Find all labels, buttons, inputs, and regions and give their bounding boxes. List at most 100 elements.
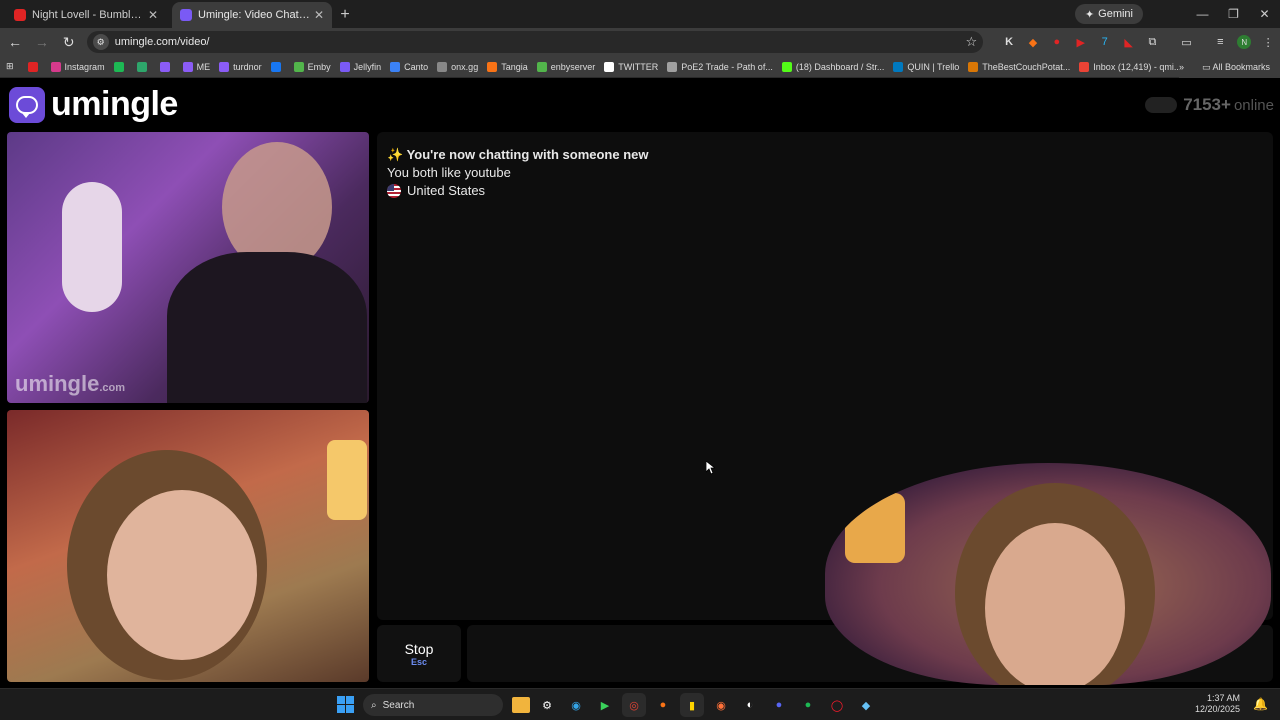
bookmark-item[interactable]: QUIN | Trello xyxy=(893,61,959,72)
umingle-favicon-icon xyxy=(180,9,192,21)
bookmark-favicon-icon xyxy=(339,61,350,72)
bookmark-item[interactable] xyxy=(270,61,285,72)
profile-avatar[interactable]: N xyxy=(1232,31,1256,53)
chat-message-location: United States xyxy=(387,183,485,198)
file-explorer-icon[interactable] xyxy=(512,697,530,713)
media-control-icon[interactable]: ≡ xyxy=(1208,31,1232,53)
back-icon[interactable]: ← xyxy=(3,30,27,54)
settings-app-icon[interactable]: ⚙ xyxy=(535,693,559,717)
sparkle-icon: ✦ xyxy=(1084,8,1095,21)
bookmark-item[interactable]: (18) Dashboard / Str... xyxy=(781,61,884,72)
bookmark-item[interactable]: Inbox (12,419) - qmi... xyxy=(1079,61,1181,72)
browser-menu-icon[interactable]: ⋮ xyxy=(1256,31,1280,53)
bookmark-item[interactable]: Canto xyxy=(390,61,428,72)
address-bar[interactable]: ⚙ umingle.com/video/ ☆ xyxy=(86,31,984,53)
bookmark-item[interactable]: Emby xyxy=(293,61,331,72)
bookmark-favicon-icon xyxy=(1079,61,1090,72)
bookmark-label: TWITTER xyxy=(618,61,659,72)
basketball-app-icon[interactable]: ● xyxy=(651,693,675,717)
bookmark-label: ME xyxy=(196,61,211,72)
taskbar-clock[interactable]: 1:37 AM 12/20/2025 xyxy=(1195,693,1240,715)
bookmark-item[interactable]: enbyserver xyxy=(536,61,596,72)
us-flag-icon xyxy=(387,183,401,198)
bookmark-star-icon[interactable]: ☆ xyxy=(965,34,977,50)
extension-fox-icon[interactable]: ◆ xyxy=(1021,31,1045,53)
tab-title: Umingle: Video Chat with S xyxy=(198,9,310,21)
bookmark-favicon-icon xyxy=(182,61,193,72)
bookmark-label: PoE2 Trade - Path of... xyxy=(681,61,773,72)
extension-7tv-icon[interactable]: 7 xyxy=(1093,31,1117,53)
stranger-video-frame xyxy=(167,252,367,403)
bookmark-item[interactable]: PoE2 Trade - Path of... xyxy=(667,61,773,72)
bookmarks-bar-right: » ▭ All Bookmarks xyxy=(1178,56,1280,78)
extension-bug-icon[interactable]: ● xyxy=(1045,31,1069,53)
bookmark-favicon-icon xyxy=(968,61,979,72)
bookmark-item[interactable] xyxy=(113,61,128,72)
steam-icon[interactable]: ◆ xyxy=(854,693,878,717)
taskbar-search[interactable]: ⌕ Search xyxy=(363,694,503,716)
bookmark-item[interactable]: Jellyfin xyxy=(339,61,382,72)
mouse-cursor-icon xyxy=(705,460,717,480)
apps-grid-icon[interactable]: ⊞ xyxy=(6,61,14,72)
tab-night-lovell[interactable]: Night Lovell - Bumblebee (KEIF ✕ xyxy=(6,2,166,28)
folder-icon: ▭ xyxy=(1201,61,1213,72)
close-tab-icon[interactable]: ✕ xyxy=(148,8,158,22)
notification-bell-icon[interactable]: 🔔 xyxy=(1253,697,1268,711)
extension-red-icon[interactable]: ◣ xyxy=(1117,31,1141,53)
chat-message-new-stranger: ✨ You're now chatting with someone new xyxy=(387,147,649,162)
media-player-icon[interactable]: ▶ xyxy=(593,693,617,717)
discord-icon[interactable]: ● xyxy=(767,693,791,717)
bookmark-item[interactable]: TheBestCouchPotat... xyxy=(968,61,1070,72)
site-info-icon[interactable]: ⚙ xyxy=(92,34,109,50)
new-tab-button[interactable]: + xyxy=(332,2,358,28)
firefox-icon[interactable]: ◉ xyxy=(709,693,733,717)
gemini-button[interactable]: ✦ Gemini xyxy=(1074,4,1143,24)
minimize-icon[interactable]: — xyxy=(1187,0,1218,28)
all-bookmarks-button[interactable]: ▭ All Bookmarks xyxy=(1202,62,1270,73)
forward-icon[interactable]: → xyxy=(30,30,54,54)
more-bookmarks-icon[interactable]: » xyxy=(1179,62,1184,72)
windows-start-icon[interactable] xyxy=(337,696,354,713)
reload-icon[interactable]: ↻ xyxy=(57,30,81,54)
extensions-puzzle-icon[interactable]: ⧉ xyxy=(1141,31,1165,53)
bookmark-favicon-icon xyxy=(536,61,547,72)
bookmark-favicon-icon xyxy=(159,61,170,72)
tab-umingle[interactable]: Umingle: Video Chat with S ✕ xyxy=(172,2,332,28)
clock-date: 12/20/2025 xyxy=(1194,704,1240,714)
bookmark-label: Jellyfin xyxy=(353,61,382,72)
self-video xyxy=(7,410,369,682)
umingle-watermark: umingle.com xyxy=(15,371,126,396)
self-video-frame xyxy=(107,490,257,660)
umingle-logo[interactable]: umingle xyxy=(9,85,178,124)
sticky-notes-icon[interactable]: ▮ xyxy=(680,693,704,717)
stop-button[interactable]: Stop Esc xyxy=(377,625,461,682)
bookmark-item[interactable]: TWITTER xyxy=(604,61,659,72)
extension-k-icon[interactable]: K xyxy=(997,31,1021,53)
close-window-icon[interactable]: ✕ xyxy=(1249,0,1280,28)
opera-icon[interactable]: ◯ xyxy=(825,693,849,717)
restore-icon[interactable]: ❐ xyxy=(1218,0,1249,28)
chrome-icon[interactable]: ◎ xyxy=(622,693,646,717)
extension-youtube-icon[interactable]: ▶ xyxy=(1069,31,1093,53)
theme-toggle[interactable] xyxy=(1145,97,1178,113)
edge-icon[interactable]: ◉ xyxy=(564,693,588,717)
bookmark-item[interactable] xyxy=(27,61,42,72)
close-tab-icon[interactable]: ✕ xyxy=(314,8,324,22)
bookmark-favicon-icon xyxy=(487,61,498,72)
tab-search-icon[interactable]: ▭ xyxy=(1174,31,1198,53)
bookmark-item[interactable]: Tangia xyxy=(487,61,528,72)
bookmark-label: enbyserver xyxy=(550,61,596,72)
spotify-icon[interactable]: ● xyxy=(796,693,820,717)
bookmark-favicon-icon xyxy=(219,61,230,72)
online-indicator: 7153 + online xyxy=(1145,95,1274,115)
bookmark-item[interactable]: turdnor xyxy=(219,61,262,72)
url-text[interactable]: umingle.com/video/ xyxy=(115,36,966,48)
bookmark-item[interactable]: Instagram xyxy=(50,61,105,72)
bookmark-item[interactable]: onx.gg xyxy=(437,61,478,72)
taskbar-apps: ⚙ ◉ ▶ ◎ ● ▮ ◉ ◐ ● ● ◯ ◆ xyxy=(512,693,878,717)
bookmark-item[interactable]: ME xyxy=(182,61,211,72)
bookmark-item[interactable] xyxy=(159,61,174,72)
obs-icon[interactable]: ◐ xyxy=(738,693,762,717)
search-icon: ⌕ xyxy=(371,699,377,711)
bookmark-item[interactable] xyxy=(136,61,151,72)
